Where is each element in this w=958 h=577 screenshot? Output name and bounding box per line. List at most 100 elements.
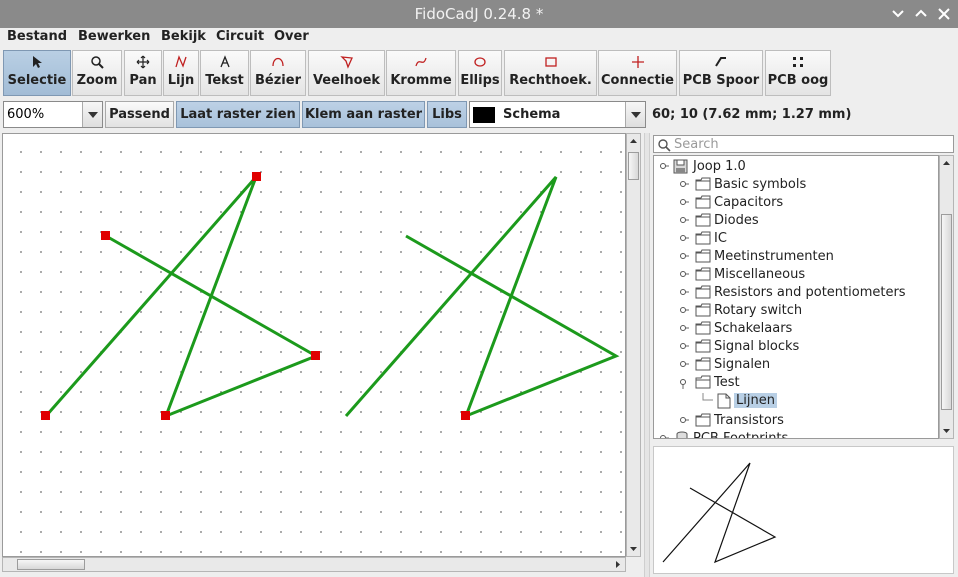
- tree-root-pcb-footprints[interactable]: PCB Footprints: [654, 430, 938, 439]
- tool-pcb-spoor-button[interactable]: PCB Spoor: [679, 50, 763, 96]
- expand-handle-icon[interactable]: [679, 213, 691, 231]
- snap-grid-toggle[interactable]: Klem aan raster: [302, 101, 425, 128]
- expand-handle-icon[interactable]: [679, 267, 691, 285]
- tree-label: Joop 1.0: [693, 159, 746, 174]
- tree-label: Rotary switch: [714, 303, 803, 318]
- panel-splitter[interactable]: [644, 133, 650, 577]
- drawing-canvas[interactable]: [2, 133, 626, 557]
- expand-handle-icon[interactable]: [679, 413, 691, 431]
- chevron-down-icon[interactable]: [82, 102, 102, 127]
- tool-tekst-button[interactable]: Tekst: [200, 50, 249, 96]
- tree-label: IC: [714, 231, 727, 246]
- menu-bewerken[interactable]: Bewerken: [78, 29, 150, 44]
- tree-item-signalen[interactable]: Signalen: [654, 356, 938, 374]
- expand-handle-icon[interactable]: [679, 249, 691, 267]
- collapse-handle-icon[interactable]: [679, 375, 691, 393]
- tool-selectie-button[interactable]: Selectie: [3, 50, 71, 96]
- canvas-vertical-scrollbar[interactable]: [626, 133, 641, 557]
- show-grid-toggle[interactable]: Laat raster zien: [176, 101, 300, 128]
- tool-zoom-button[interactable]: Zoom: [72, 50, 122, 96]
- expand-handle-icon[interactable]: [679, 357, 691, 375]
- menu-bestand[interactable]: Bestand: [7, 29, 67, 44]
- scroll-thumb[interactable]: [628, 152, 639, 180]
- selection-handle[interactable]: [161, 411, 170, 420]
- minimize-icon[interactable]: [887, 3, 909, 25]
- tree-item-signal-blocks[interactable]: Signal blocks: [654, 338, 938, 356]
- expand-handle-icon[interactable]: [659, 159, 671, 177]
- tool-kromme-button[interactable]: Kromme: [386, 50, 456, 96]
- bezier-icon: [251, 51, 305, 73]
- zoom-combo[interactable]: [3, 101, 103, 128]
- tree-item-meetinstrumenten[interactable]: Meetinstrumenten: [654, 248, 938, 266]
- tree-item-rotary-switch[interactable]: Rotary switch: [654, 302, 938, 320]
- library-search[interactable]: [653, 135, 954, 153]
- menu-bekijk[interactable]: Bekijk: [161, 29, 206, 44]
- expand-handle-icon[interactable]: [679, 195, 691, 213]
- tree-label: PCB Footprints: [693, 431, 789, 439]
- tool-label: Ellips: [460, 73, 500, 88]
- tree-item-miscellaneous[interactable]: Miscellaneous: [654, 266, 938, 284]
- selection-handle[interactable]: [252, 172, 261, 181]
- tree-item-diodes[interactable]: Diodes: [654, 212, 938, 230]
- search-input[interactable]: [674, 136, 952, 152]
- scroll-up-icon[interactable]: [940, 157, 953, 170]
- expand-handle-icon[interactable]: [679, 321, 691, 339]
- expand-handle-icon[interactable]: [679, 339, 691, 357]
- menu-circuit[interactable]: Circuit: [216, 29, 264, 44]
- libs-toggle[interactable]: Libs: [427, 101, 467, 128]
- tool-lijn-button[interactable]: Lijn: [163, 50, 199, 96]
- tree-root-joop[interactable]: Joop 1.0: [654, 158, 938, 176]
- close-icon[interactable]: [933, 3, 955, 25]
- scroll-down-icon[interactable]: [940, 424, 953, 437]
- tree-item-resistors[interactable]: Resistors and potentiometers: [654, 284, 938, 302]
- connection-icon: [599, 51, 676, 73]
- tool-ellips-button[interactable]: Ellips: [458, 50, 502, 96]
- tree-item-test[interactable]: Test: [654, 374, 938, 392]
- tool-connectie-button[interactable]: Connectie: [598, 50, 677, 96]
- rectangle-icon: [505, 51, 596, 73]
- pcb-track-icon: [680, 51, 762, 73]
- expand-handle-icon[interactable]: [679, 231, 691, 249]
- tree-item-schakelaars[interactable]: Schakelaars: [654, 320, 938, 338]
- tool-rechthoek-button[interactable]: Rechthoek.: [504, 50, 597, 96]
- selection-handle[interactable]: [101, 231, 110, 240]
- zoom-input[interactable]: [4, 102, 83, 127]
- scroll-right-icon[interactable]: [611, 558, 624, 571]
- tool-pcb-oog-button[interactable]: PCB oog: [765, 50, 831, 96]
- scroll-thumb[interactable]: [941, 214, 952, 410]
- folder-icon: [695, 267, 712, 285]
- selection-handle[interactable]: [461, 411, 470, 420]
- selection-handle[interactable]: [41, 411, 50, 420]
- library-scrollbar[interactable]: [939, 155, 954, 439]
- tree-item-ic[interactable]: IC: [654, 230, 938, 248]
- layer-color-swatch: [473, 107, 495, 123]
- tool-bezier-button[interactable]: Bézier: [250, 50, 306, 96]
- tree-item-basic-symbols[interactable]: Basic symbols: [654, 176, 938, 194]
- scroll-down-icon[interactable]: [627, 542, 640, 555]
- tree-item-transistors[interactable]: Transistors: [654, 412, 938, 430]
- chevron-down-icon[interactable]: [625, 102, 645, 127]
- magnifier-icon: [73, 51, 121, 73]
- tree-item-capacitors[interactable]: Capacitors: [654, 194, 938, 212]
- expand-handle-icon[interactable]: [679, 303, 691, 321]
- expand-handle-icon[interactable]: [679, 285, 691, 303]
- tree-item-lijnen[interactable]: Lijnen: [654, 392, 938, 410]
- layer-select[interactable]: Schema: [469, 101, 646, 128]
- pcb-pad-icon: [766, 51, 830, 73]
- expand-handle-icon[interactable]: [679, 177, 691, 195]
- canvas-horizontal-scrollbar[interactable]: [2, 557, 626, 572]
- tool-pan-button[interactable]: Pan: [124, 50, 162, 96]
- expand-handle-icon[interactable]: [659, 431, 671, 438]
- tool-veelhoek-button[interactable]: Veelhoek: [308, 50, 385, 96]
- scroll-up-icon[interactable]: [627, 135, 640, 148]
- selection-handle[interactable]: [311, 351, 320, 360]
- menu-bar: Bestand Bewerken Bekijk Circuit Over: [0, 28, 958, 48]
- tree-label: Capacitors: [714, 195, 784, 210]
- tree-label: Test: [714, 375, 740, 390]
- menu-over[interactable]: Over: [274, 29, 309, 44]
- maximize-icon[interactable]: [910, 3, 932, 25]
- folder-icon: [695, 231, 712, 249]
- folder-icon: [695, 285, 712, 303]
- fit-button[interactable]: Passend: [105, 101, 174, 128]
- scroll-thumb[interactable]: [17, 559, 85, 570]
